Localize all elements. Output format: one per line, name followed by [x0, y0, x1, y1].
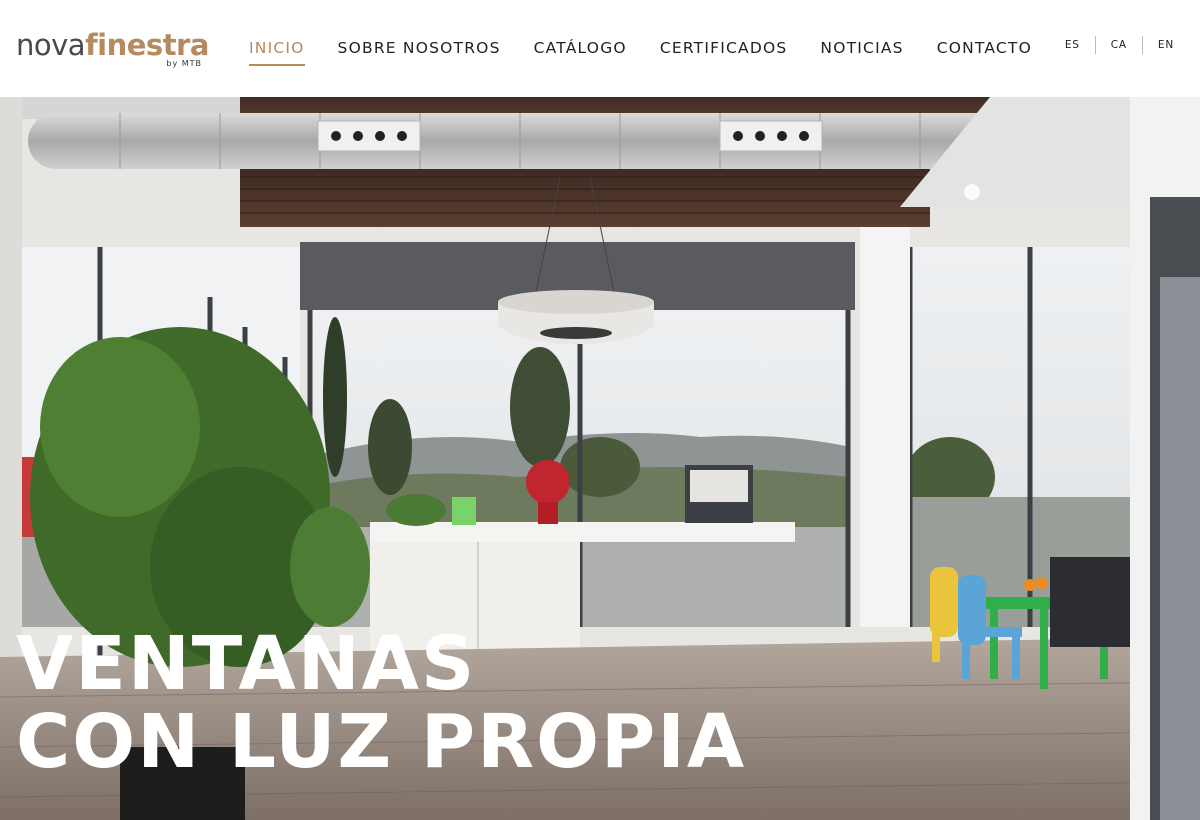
- hero-title-line-2: CON LUZ PROPIA: [16, 699, 747, 785]
- lang-es[interactable]: ES: [1065, 36, 1095, 54]
- lang-en[interactable]: EN: [1141, 36, 1174, 54]
- nav-item-sobre-nosotros[interactable]: SOBRE NOSOTROS: [338, 38, 501, 66]
- hero-banner: VENTANAS CON LUZ PROPIA: [0, 97, 1200, 820]
- lang-ca[interactable]: CA: [1094, 36, 1142, 54]
- language-switcher: ES CA EN: [1065, 36, 1174, 54]
- hero-title: VENTANAS CON LUZ PROPIA: [16, 625, 746, 781]
- nav-item-catalogo[interactable]: CATÁLOGO: [534, 38, 627, 66]
- novafinestra-logo[interactable]: novafinestra by MTB: [16, 28, 209, 72]
- nav-item-noticias[interactable]: NOTICIAS: [820, 38, 903, 66]
- logo-tagline: by MTB: [166, 59, 202, 68]
- nav-item-certificados[interactable]: CERTIFICADOS: [660, 38, 788, 66]
- nav-item-contacto[interactable]: CONTACTO: [937, 38, 1032, 66]
- site-header: novafinestra by MTB INICIO SOBRE NOSOTRO…: [0, 0, 1200, 97]
- logo-wordmark: novafinestra: [16, 28, 209, 62]
- nav-item-inicio[interactable]: INICIO: [249, 38, 305, 66]
- main-nav: INICIO SOBRE NOSOTROS CATÁLOGO CERTIFICA…: [249, 38, 1032, 66]
- hero-title-line-1: VENTANAS: [16, 621, 477, 707]
